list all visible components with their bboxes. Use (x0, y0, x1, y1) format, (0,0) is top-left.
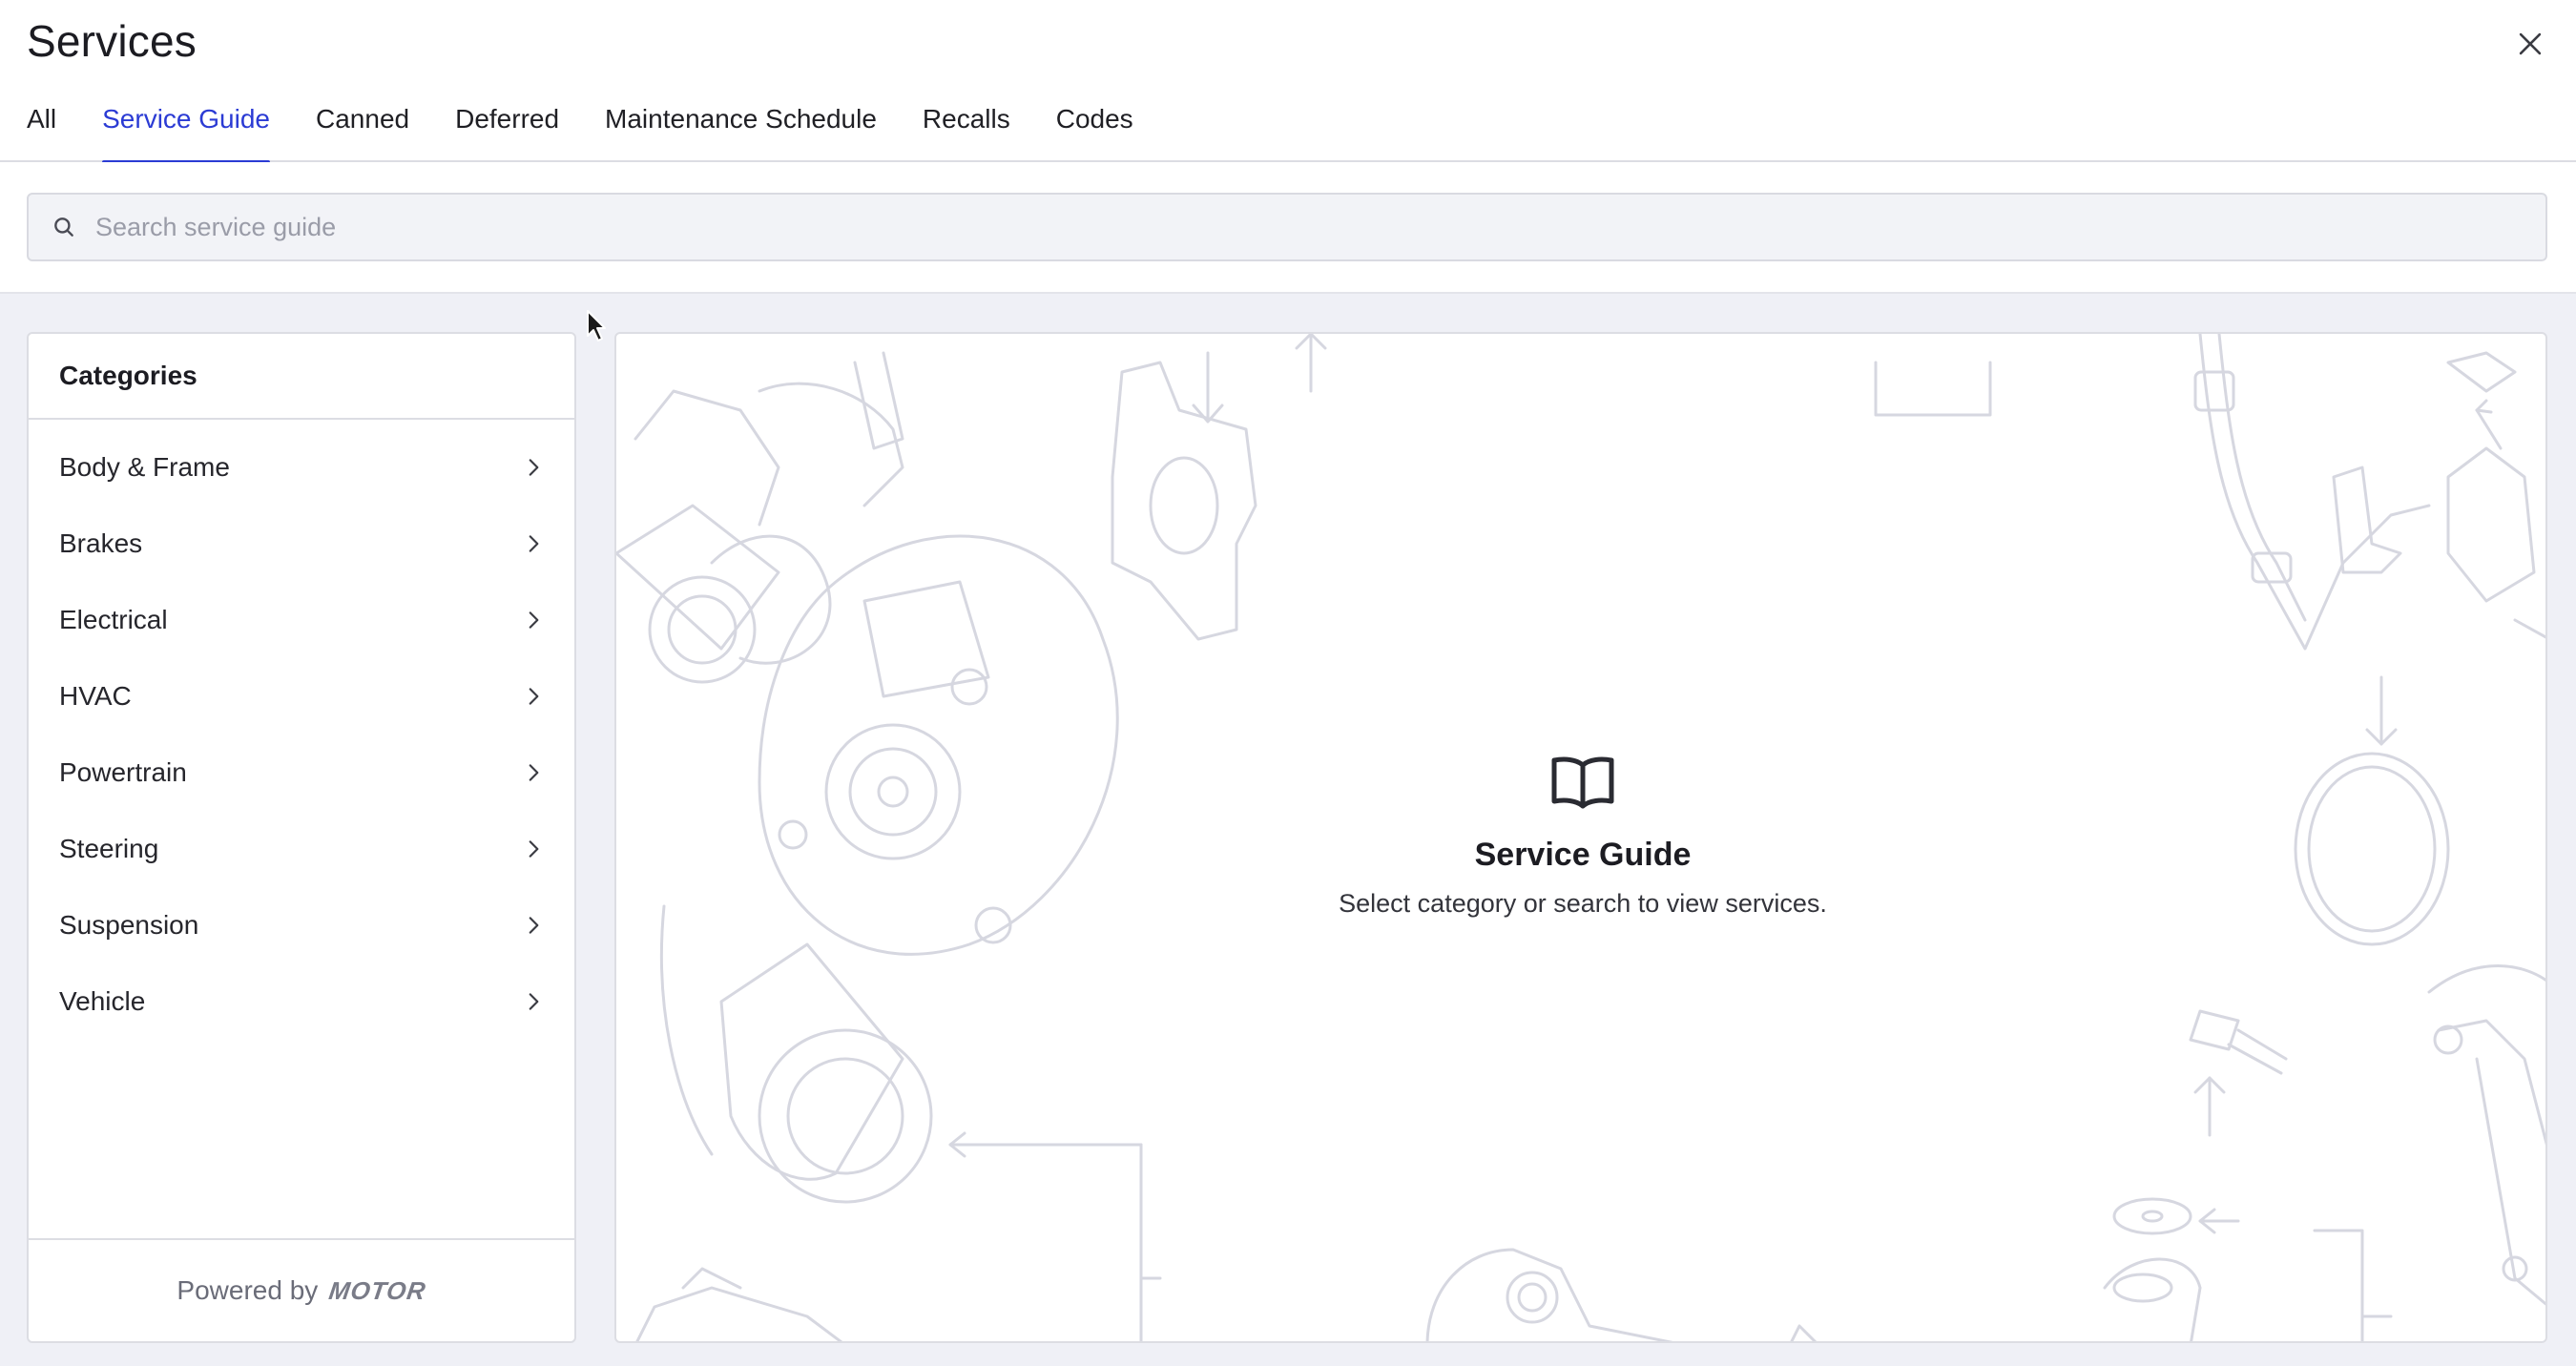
category-item-brakes[interactable]: Brakes (29, 506, 574, 582)
categories-panel: Categories Body & Frame Brakes Electrica… (27, 332, 576, 1343)
chevron-right-icon (529, 535, 539, 552)
close-icon (2519, 32, 2542, 55)
category-item-electrical[interactable]: Electrical (29, 582, 574, 658)
tab-maintenance-schedule[interactable]: Maintenance Schedule (605, 95, 877, 162)
powered-by-footer: Powered by MOTOR (29, 1238, 574, 1341)
chevron-right-icon (529, 993, 539, 1010)
book-icon (1551, 756, 1614, 809)
chevron-right-icon (529, 611, 539, 629)
tab-codes[interactable]: Codes (1056, 95, 1133, 162)
category-label: Suspension (59, 910, 199, 940)
category-label: Steering (59, 834, 159, 863)
chevron-right-icon (529, 917, 539, 934)
categories-list: Body & Frame Brakes Electrical HVAC Powe… (29, 420, 574, 1040)
categories-heading: Categories (29, 334, 574, 420)
chevron-right-icon (529, 764, 539, 781)
powered-by-label: Powered by (177, 1275, 319, 1305)
category-item-powertrain[interactable]: Powertrain (29, 735, 574, 811)
category-item-vehicle[interactable]: Vehicle (29, 963, 574, 1040)
category-item-hvac[interactable]: HVAC (29, 658, 574, 735)
empty-state: Service Guide Select category or search … (616, 754, 2545, 919)
mouse-cursor-icon (587, 310, 606, 342)
content-area: Categories Body & Frame Brakes Electrica… (0, 294, 2576, 1366)
tab-recalls[interactable]: Recalls (923, 95, 1010, 162)
close-button[interactable] (2509, 23, 2551, 65)
category-label: Body & Frame (59, 452, 230, 482)
page-title: Services (27, 16, 197, 66)
service-guide-title: Service Guide (1474, 837, 1692, 873)
category-label: HVAC (59, 681, 132, 711)
category-label: Brakes (59, 528, 143, 558)
category-label: Electrical (59, 605, 168, 634)
service-guide-subtitle: Select category or search to view servic… (1339, 889, 1827, 918)
search-box[interactable] (27, 193, 2547, 261)
category-label: Powertrain (59, 757, 187, 787)
search-input[interactable] (95, 212, 2481, 242)
services-modal: Services All Service Guide Canned Deferr… (0, 0, 2576, 1366)
tab-deferred[interactable]: Deferred (455, 95, 559, 162)
tab-service-guide[interactable]: Service Guide (102, 95, 270, 164)
chevron-right-icon (529, 840, 539, 858)
category-item-steering[interactable]: Steering (29, 811, 574, 887)
tab-all[interactable]: All (27, 95, 56, 162)
category-label: Vehicle (59, 986, 146, 1016)
chevron-right-icon (529, 459, 539, 476)
search-bar (0, 162, 2576, 294)
category-item-suspension[interactable]: Suspension (29, 887, 574, 963)
search-icon (54, 217, 73, 237)
service-guide-panel: Service Guide Select category or search … (614, 332, 2547, 1343)
tab-bar: All Service Guide Canned Deferred Mainte… (27, 95, 1179, 164)
motor-logo: MOTOR (327, 1275, 428, 1305)
chevron-right-icon (529, 688, 539, 705)
tab-canned[interactable]: Canned (316, 95, 409, 162)
modal-header: Services All Service Guide Canned Deferr… (0, 0, 2576, 164)
category-item-body-frame[interactable]: Body & Frame (29, 429, 574, 506)
